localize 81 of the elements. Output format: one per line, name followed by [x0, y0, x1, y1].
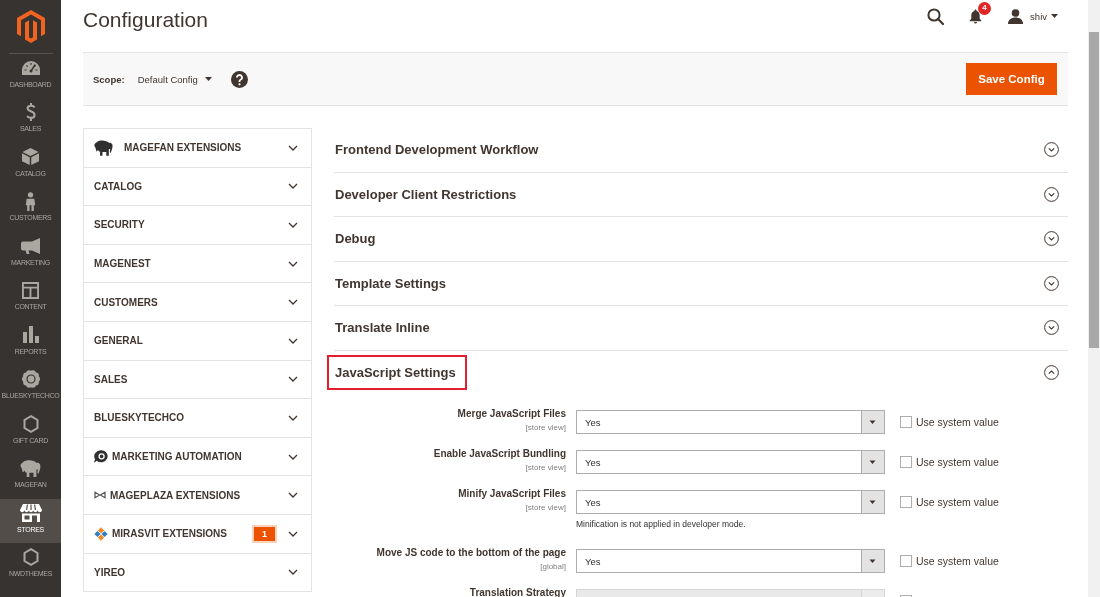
- chevron-icon[interactable]: [288, 299, 298, 306]
- bell-icon[interactable]: [969, 8, 983, 24]
- page-title: Configuration: [83, 7, 208, 33]
- chevron-circle-icon[interactable]: [1044, 186, 1059, 202]
- storefront-icon: [19, 503, 42, 522]
- search-icon[interactable]: [927, 7, 945, 25]
- chevron-icon[interactable]: [288, 569, 298, 576]
- chevron-icon[interactable]: [288, 222, 298, 228]
- gauge-icon: [20, 60, 41, 75]
- section-title[interactable]: Frontend Development Workflow: [335, 142, 539, 158]
- rosette-icon: [21, 370, 40, 388]
- checkbox-label[interactable]: Use system value: [916, 456, 999, 468]
- help-icon[interactable]: [230, 70, 248, 88]
- chevron-icon[interactable]: [288, 414, 298, 421]
- scope-note: [store view]: [525, 463, 566, 472]
- caret-icon[interactable]: [1051, 14, 1058, 18]
- user-name[interactable]: shiv: [1030, 10, 1047, 22]
- checkbox[interactable]: [900, 416, 912, 428]
- megaphone-icon: [21, 237, 40, 254]
- dropdown-caret-icon[interactable]: [861, 550, 884, 572]
- chat-bubble-icon: [94, 450, 108, 464]
- checkbox[interactable]: [900, 555, 912, 567]
- checkbox-label[interactable]: Use system value: [916, 496, 999, 508]
- checkbox[interactable]: [900, 496, 912, 508]
- checkbox-label[interactable]: Use system value: [916, 416, 999, 428]
- checkbox[interactable]: [900, 456, 912, 468]
- scrollbar-thumb[interactable]: [1089, 32, 1099, 348]
- field-label: Move JS code to the bottom of the page: [376, 548, 566, 558]
- hexagon-icon: [22, 414, 39, 433]
- bowtie-icon: [94, 491, 106, 500]
- section-title[interactable]: Translate Inline: [335, 320, 430, 336]
- chevron-icon[interactable]: [288, 260, 298, 267]
- chevron-circle-icon[interactable]: [1044, 365, 1059, 381]
- scope-note: [store view]: [525, 503, 566, 512]
- scope-label: Scope:: [93, 73, 125, 85]
- dropdown-caret-icon[interactable]: [861, 451, 884, 473]
- person-icon: [25, 191, 36, 211]
- section-title[interactable]: Developer Client Restrictions: [335, 186, 517, 202]
- dropdown-caret-icon[interactable]: [861, 491, 884, 513]
- elephant-icon: [20, 459, 41, 477]
- field-label: Minify JavaScript Files: [458, 489, 566, 499]
- chevron-circle-icon[interactable]: [1044, 320, 1059, 336]
- save-config-button[interactable]: Save Config: [966, 63, 1057, 95]
- chevron-icon[interactable]: [288, 144, 298, 151]
- dollar-icon: [24, 103, 37, 121]
- chevron-icon[interactable]: [288, 530, 298, 537]
- select-field[interactable]: Yes: [576, 549, 885, 573]
- section-title[interactable]: JavaScript Settings: [335, 365, 456, 381]
- select-field[interactable]: Yes: [576, 450, 885, 474]
- cube-icon: [22, 148, 39, 165]
- field-label: Enable JavaScript Bundling: [433, 449, 566, 459]
- scope-note: [global]: [540, 562, 566, 571]
- chevron-circle-icon[interactable]: [1044, 275, 1059, 291]
- bar-chart-icon: [22, 326, 39, 343]
- chevron-icon[interactable]: [288, 492, 298, 499]
- user-icon[interactable]: [1008, 8, 1024, 24]
- logo-icon[interactable]: [16, 10, 45, 43]
- select-field[interactable]: Yes: [576, 490, 885, 514]
- hexagon-icon: [22, 548, 39, 566]
- checkbox-label[interactable]: Use system value: [916, 555, 999, 567]
- chevron-icon[interactable]: [288, 453, 298, 460]
- scrollbar-track[interactable]: [1088, 0, 1100, 597]
- diamond-grid-icon: [94, 526, 108, 541]
- count-badge: 1: [254, 526, 275, 541]
- notification-count: 4: [978, 1, 992, 15]
- scope-note: [store view]: [525, 423, 566, 432]
- layout-icon: [22, 281, 39, 299]
- section-title[interactable]: Debug: [335, 231, 376, 247]
- elephant-icon: [94, 139, 113, 156]
- select-field[interactable]: Yes: [576, 410, 885, 434]
- chevron-circle-icon[interactable]: [1044, 142, 1059, 158]
- section-title[interactable]: Template Settings: [335, 275, 446, 291]
- scope-dropdown[interactable]: Default Config: [137, 73, 212, 85]
- caret-icon: [204, 77, 212, 81]
- chevron-icon[interactable]: [288, 183, 298, 190]
- chevron-icon[interactable]: [288, 376, 298, 383]
- chevron-circle-icon[interactable]: [1044, 231, 1059, 247]
- chevron-icon[interactable]: [288, 337, 298, 344]
- field-label: Merge JavaScript Files: [457, 409, 566, 419]
- dropdown-caret-icon[interactable]: [861, 411, 884, 433]
- field-note: Minification is not applied in developer mode.: [576, 519, 747, 529]
